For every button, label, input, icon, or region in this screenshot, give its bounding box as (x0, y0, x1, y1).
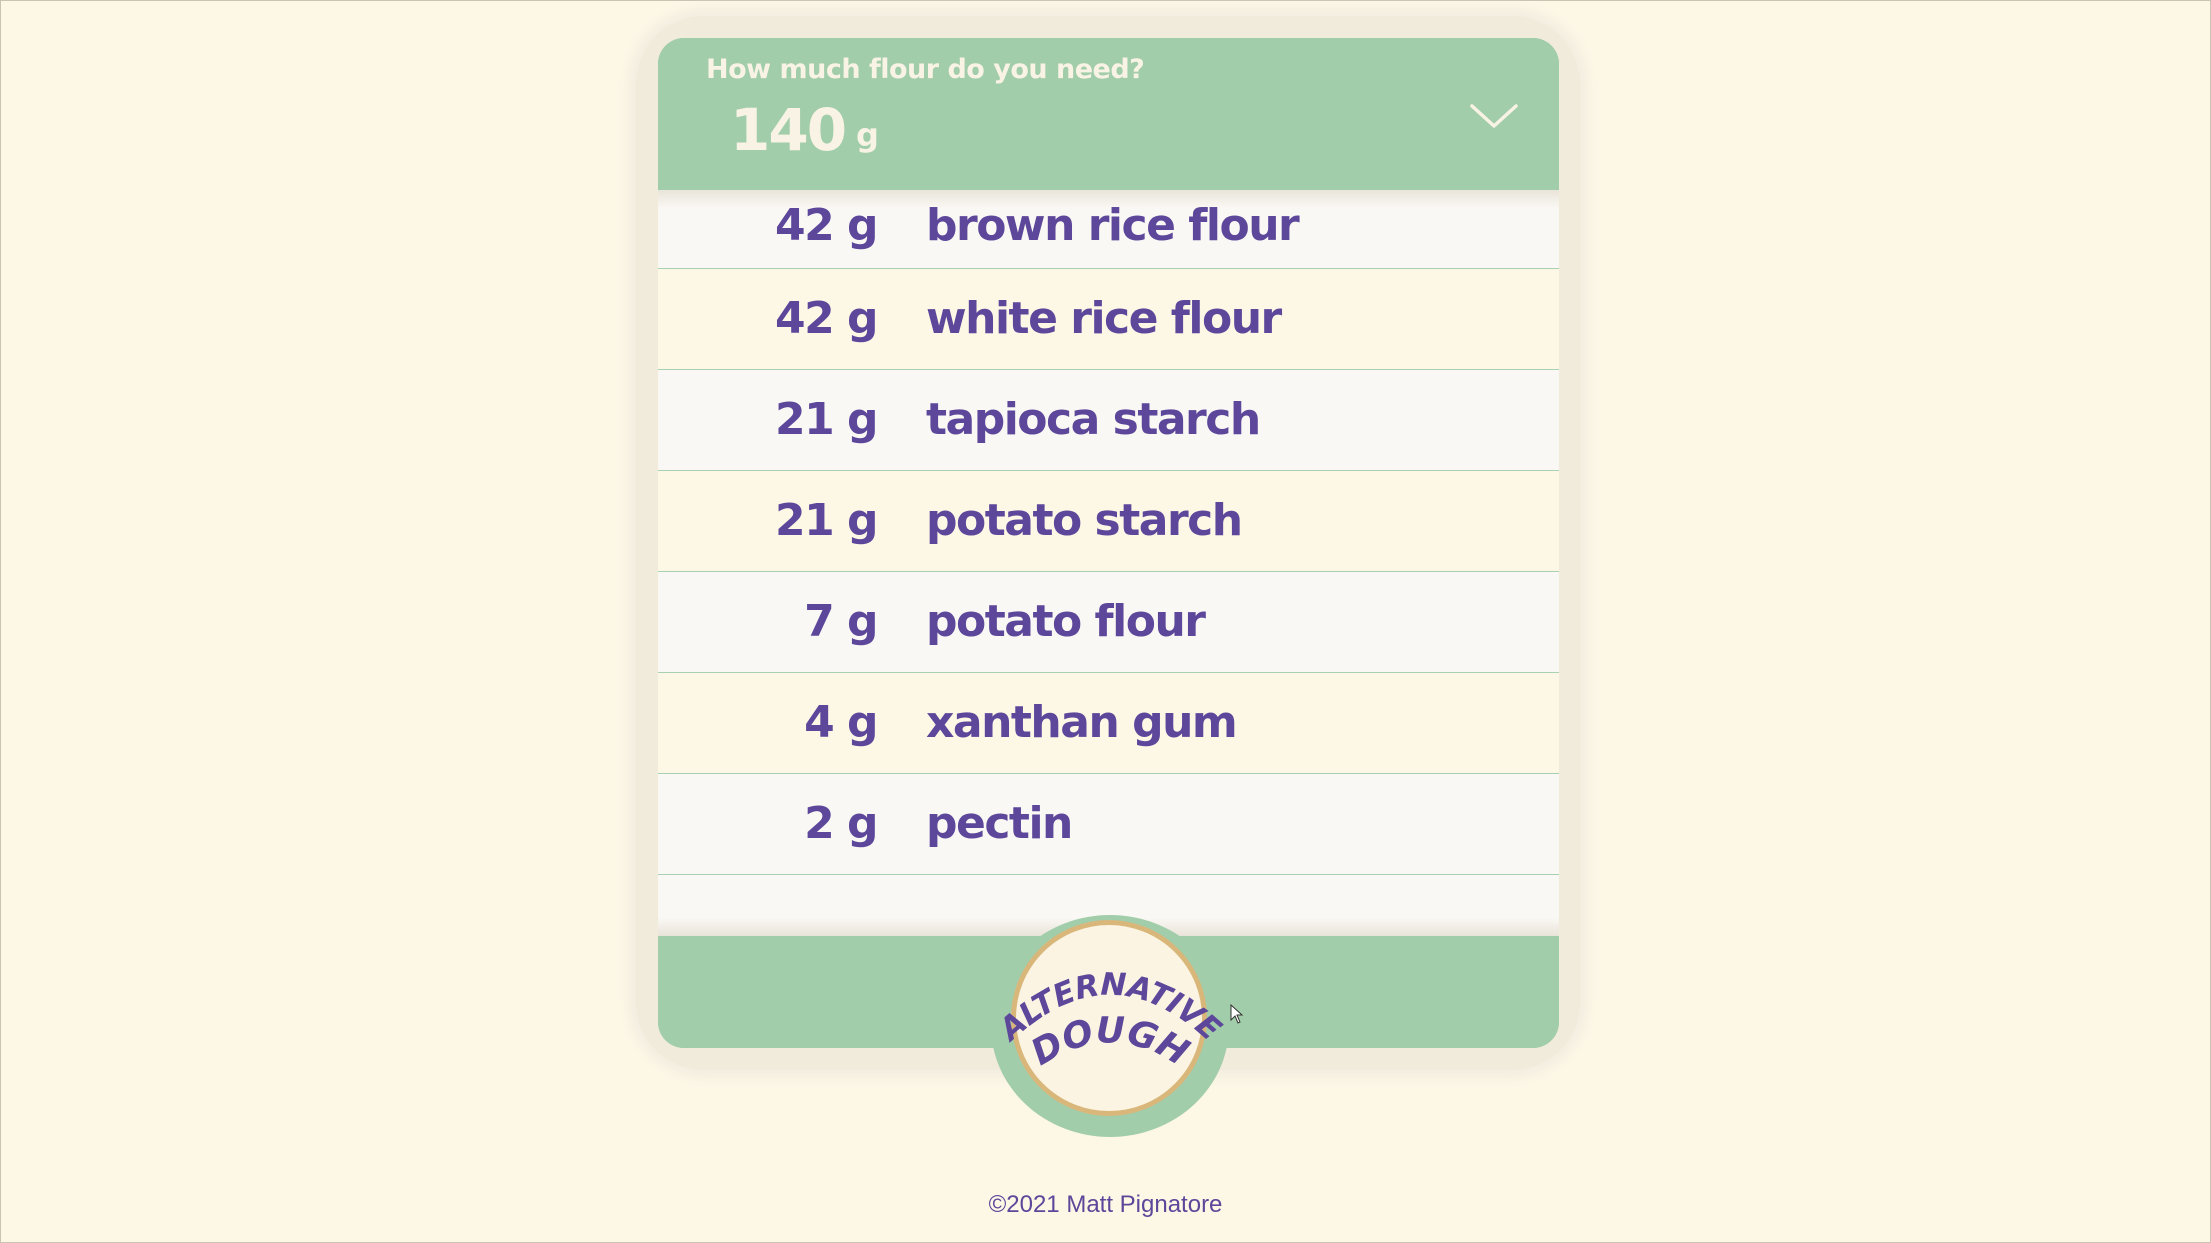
ingredient-quantity: 4 g (804, 697, 878, 748)
ingredient-name: pectin (926, 798, 1073, 849)
ingredient-quantity: 42 g (774, 293, 879, 344)
list-item: 21 g potato starch (658, 471, 1559, 572)
ingredient-name: potato starch (926, 495, 1243, 546)
ingredient-quantity: 21 g (774, 394, 879, 445)
list-top-shadow (658, 190, 1559, 208)
chevron-down-icon[interactable] (1466, 96, 1522, 136)
list-item: 7 g potato flour (658, 572, 1559, 673)
ingredient-name: potato flour (926, 596, 1206, 647)
question-label: How much flour do you need? (706, 54, 1145, 85)
list-item: 2 g pectin (658, 774, 1559, 875)
header: How much flour do you need? g (658, 38, 1559, 190)
flour-calculator-card: How much flour do you need? g 42 g brown… (658, 38, 1559, 1048)
ingredient-name: tapioca starch (926, 394, 1261, 445)
ingredient-quantity: 7 g (804, 596, 878, 647)
list-item: 4 g xanthan gum (658, 673, 1559, 774)
list-item: 42 g white rice flour (658, 269, 1559, 370)
amount-unit: g (856, 116, 879, 154)
ingredient-name: xanthan gum (926, 697, 1238, 748)
alternative-dough-logo: ALTERNATIVE DOUGH (991, 967, 1228, 1074)
flour-amount-input[interactable] (730, 95, 850, 165)
ingredient-quantity: 2 g (804, 798, 878, 849)
ingredient-list[interactable]: 42 g brown rice flour 42 g white rice fl… (658, 190, 1559, 936)
mouse-cursor-icon (1230, 1004, 1244, 1024)
ingredient-quantity: 21 g (774, 495, 879, 546)
copyright-text: ©2021 Matt Pignatore (988, 1191, 1223, 1218)
ingredient-name: white rice flour (926, 293, 1282, 344)
list-item: 21 g tapioca starch (658, 370, 1559, 471)
